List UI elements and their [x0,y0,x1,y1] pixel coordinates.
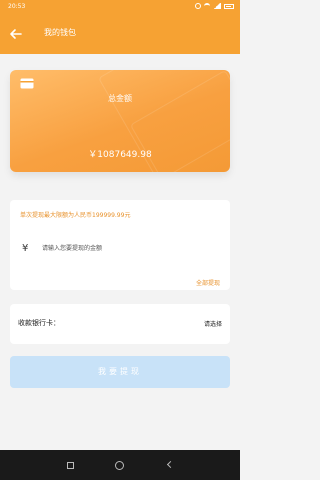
total-amount-label: 总金额 [108,94,132,103]
page-title: 我的钱包 [44,28,76,37]
arrow-left-icon [10,29,22,39]
submit-withdraw-button[interactable]: 我要提现 [10,356,230,388]
app-header: 我的钱包 [0,14,240,54]
recent-apps-icon[interactable] [64,459,76,471]
android-nav-bar [0,450,240,480]
balance-card: 总金额 ￥1087649.98 [10,70,230,172]
status-icons [195,3,234,9]
wallet-icon [20,78,34,89]
withdraw-amount-input[interactable] [42,241,212,255]
withdraw-panel: 单次提现最大限额为人民币199999.99元 ¥ 全部提现 [10,200,230,290]
status-bar: 20:53 [0,0,240,14]
withdraw-all-button[interactable]: 全部提现 [196,278,220,287]
home-icon[interactable] [113,459,125,471]
total-amount-value: ￥1087649.98 [88,150,152,160]
back-icon[interactable] [164,459,176,471]
bank-card-label: 收款银行卡： [18,319,60,327]
bank-card-select[interactable]: 请选择 [204,319,222,328]
status-time: 20:53 [8,3,26,10]
battery-icon [224,3,234,9]
back-button[interactable] [6,24,26,44]
alarm-icon [195,3,201,9]
wifi-icon [204,3,210,9]
bank-card-row[interactable]: 收款银行卡： 请选择 [10,304,230,344]
currency-symbol: ¥ [22,243,29,254]
signal-icon [213,3,221,9]
withdraw-limit-text: 单次提现最大限额为人民币199999.99元 [20,212,131,219]
